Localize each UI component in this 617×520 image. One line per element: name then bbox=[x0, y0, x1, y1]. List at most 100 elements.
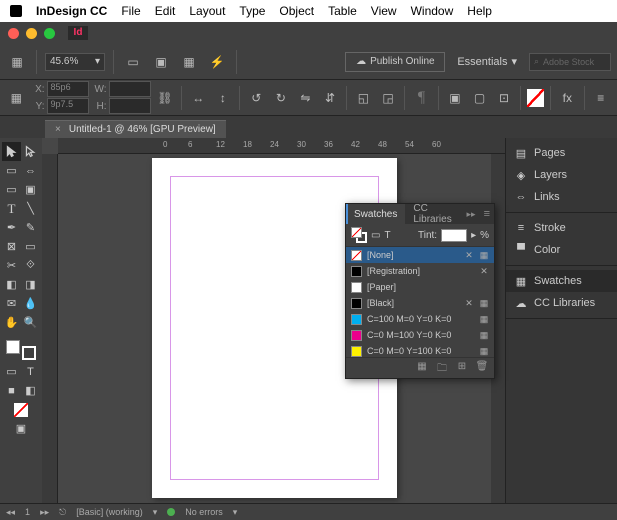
swatch-row[interactable]: [None]✕▦ bbox=[346, 247, 494, 263]
publish-online-button[interactable]: ☁Publish Online bbox=[345, 52, 445, 72]
select-container-icon[interactable]: ◱ bbox=[353, 87, 374, 109]
h-field[interactable] bbox=[109, 98, 151, 114]
screen-mode-icon[interactable]: ▣ bbox=[150, 51, 172, 73]
scale-x-icon[interactable]: ↔ bbox=[188, 87, 209, 109]
menu-object[interactable]: Object bbox=[279, 4, 314, 18]
container-format-icon[interactable]: ▭ bbox=[371, 230, 380, 241]
swatch-row[interactable]: C=0 M=100 Y=0 K=0▦ bbox=[346, 327, 494, 343]
eyedropper-tool[interactable]: 💧 bbox=[21, 294, 40, 313]
center-content-icon[interactable]: ⊡ bbox=[494, 87, 515, 109]
page-tool[interactable]: ▭ bbox=[2, 161, 21, 180]
dock-cclibraries[interactable]: ☁CC Libraries bbox=[506, 292, 617, 314]
rotate-ccw-icon[interactable]: ↺ bbox=[246, 87, 267, 109]
menu-window[interactable]: Window bbox=[411, 4, 454, 18]
select-content-icon[interactable]: ◲ bbox=[378, 87, 399, 109]
effects-icon[interactable]: fx bbox=[557, 87, 578, 109]
workspace-switcher[interactable]: Essentials▾ bbox=[451, 55, 523, 68]
menu-edit[interactable]: Edit bbox=[155, 4, 176, 18]
screen-mode-toggle[interactable]: ▣ bbox=[2, 419, 40, 438]
flip-h-icon[interactable]: ⇋ bbox=[295, 87, 316, 109]
x-field[interactable]: 85p6 bbox=[47, 81, 89, 97]
type-tool[interactable]: T bbox=[2, 199, 21, 218]
scale-y-icon[interactable]: ↕ bbox=[213, 87, 234, 109]
pencil-tool[interactable]: ✎ bbox=[21, 218, 40, 237]
menu-help[interactable]: Help bbox=[467, 4, 492, 18]
rotate-cw-icon[interactable]: ↻ bbox=[271, 87, 292, 109]
preflight-preset[interactable]: [Basic] (working) bbox=[76, 507, 143, 517]
pen-tool[interactable]: ✒ bbox=[2, 218, 21, 237]
swatch-row[interactable]: [Paper] bbox=[346, 279, 494, 295]
close-tab-icon[interactable]: × bbox=[55, 124, 61, 135]
app-name[interactable]: InDesign CC bbox=[36, 4, 107, 18]
y-field[interactable]: 9p7.5 bbox=[47, 98, 89, 114]
panel-fill-stroke[interactable] bbox=[351, 227, 367, 243]
swatch-view-icon[interactable]: ▦ bbox=[415, 361, 429, 375]
fill-swatch[interactable] bbox=[527, 89, 544, 107]
bridge-icon[interactable]: ▦ bbox=[6, 51, 28, 73]
fill-stroke-toggle[interactable] bbox=[2, 338, 40, 362]
w-field[interactable] bbox=[109, 81, 151, 97]
direct-selection-tool[interactable] bbox=[21, 142, 40, 161]
tint-field[interactable] bbox=[441, 229, 467, 242]
paragraph-style-icon[interactable]: ¶ bbox=[411, 87, 432, 109]
free-transform-tool[interactable]: ⟐ bbox=[21, 256, 40, 275]
menu-layout[interactable]: Layout bbox=[189, 4, 225, 18]
zoom-level-select[interactable]: 45.6%▾ bbox=[45, 53, 105, 71]
menu-type[interactable]: Type bbox=[239, 4, 265, 18]
swatch-row[interactable]: [Black]✕▦ bbox=[346, 295, 494, 311]
flip-v-icon[interactable]: ⇵ bbox=[320, 87, 341, 109]
dock-stroke[interactable]: ≡Stroke bbox=[506, 217, 617, 239]
view-options-icon[interactable]: ▭ bbox=[122, 51, 144, 73]
swatches-tab[interactable]: Swatches bbox=[346, 204, 405, 224]
line-tool[interactable]: ╲ bbox=[21, 199, 40, 218]
apply-color-icon[interactable]: ■ bbox=[2, 381, 21, 400]
collapse-panel-icon[interactable]: ▸▸ bbox=[463, 209, 480, 220]
fit-content-icon[interactable]: ▣ bbox=[445, 87, 466, 109]
dock-layers[interactable]: ◈Layers bbox=[506, 164, 617, 186]
menu-view[interactable]: View bbox=[371, 4, 397, 18]
content-placer-tool[interactable]: ▣ bbox=[21, 180, 40, 199]
hand-tool[interactable]: ✋ bbox=[2, 313, 21, 332]
vertical-ruler[interactable] bbox=[42, 154, 58, 503]
rectangle-frame-tool[interactable]: ⊠ bbox=[2, 237, 21, 256]
page-nav-prev-icon[interactable]: ◂◂ bbox=[6, 507, 15, 518]
note-tool[interactable]: ✉ bbox=[2, 294, 21, 313]
swatches-panel[interactable]: Swatches CC Libraries ▸▸ ≡ ▭ T Tint: ▸ %… bbox=[345, 203, 495, 379]
selection-tool[interactable] bbox=[2, 142, 21, 161]
gradient-swatch-tool[interactable]: ◧ bbox=[2, 275, 21, 294]
formatting-text-icon[interactable]: T bbox=[21, 362, 40, 381]
page-nav-next-icon[interactable]: ▸▸ bbox=[40, 507, 49, 518]
dock-pages[interactable]: ▤Pages bbox=[506, 142, 617, 164]
minimize-window-icon[interactable] bbox=[26, 28, 37, 39]
apply-none-icon[interactable] bbox=[2, 400, 40, 419]
new-swatch-icon[interactable]: ⊞ bbox=[455, 361, 469, 375]
menu-table[interactable]: Table bbox=[328, 4, 357, 18]
constrain-icon[interactable]: ⛓ bbox=[155, 87, 176, 109]
gpu-perf-icon[interactable]: ⚡ bbox=[206, 51, 228, 73]
dock-links[interactable]: ⇔Links bbox=[506, 186, 617, 208]
arrange-docs-icon[interactable]: ▦ bbox=[178, 51, 200, 73]
swatch-row[interactable]: [Registration]✕ bbox=[346, 263, 494, 279]
horizontal-ruler[interactable]: 0 6 12 18 24 30 36 42 48 54 60 bbox=[58, 138, 505, 154]
menu-file[interactable]: File bbox=[121, 4, 140, 18]
panel-menu-icon[interactable]: ≡ bbox=[480, 208, 494, 220]
document-tab[interactable]: × Untitled-1 @ 46% [GPU Preview] bbox=[45, 120, 226, 138]
fit-frame-icon[interactable]: ▢ bbox=[469, 87, 490, 109]
text-format-icon[interactable]: T bbox=[384, 230, 390, 241]
apply-gradient-icon[interactable]: ◧ bbox=[21, 381, 40, 400]
swatch-row[interactable]: C=100 M=0 Y=0 K=0▦ bbox=[346, 311, 494, 327]
dock-color[interactable]: ▀Color bbox=[506, 239, 617, 261]
gap-tool[interactable]: ⇔ bbox=[21, 161, 40, 180]
delete-swatch-icon[interactable]: 🗑 bbox=[475, 361, 489, 375]
content-collector-tool[interactable]: ▭ bbox=[2, 180, 21, 199]
close-window-icon[interactable] bbox=[8, 28, 19, 39]
options-menu-icon[interactable]: ≡ bbox=[591, 87, 612, 109]
dock-swatches[interactable]: ▦Swatches bbox=[506, 270, 617, 292]
adobe-stock-search[interactable]: ⌕ Adobe Stock bbox=[529, 53, 611, 71]
preflight-errors[interactable]: No errors bbox=[185, 507, 223, 517]
new-group-icon[interactable]: 🗀 bbox=[435, 361, 449, 375]
scissors-tool[interactable]: ✂ bbox=[2, 256, 21, 275]
maximize-window-icon[interactable] bbox=[44, 28, 55, 39]
swatch-row[interactable]: C=0 M=0 Y=100 K=0▦ bbox=[346, 343, 494, 357]
rectangle-tool[interactable]: ▭ bbox=[21, 237, 40, 256]
